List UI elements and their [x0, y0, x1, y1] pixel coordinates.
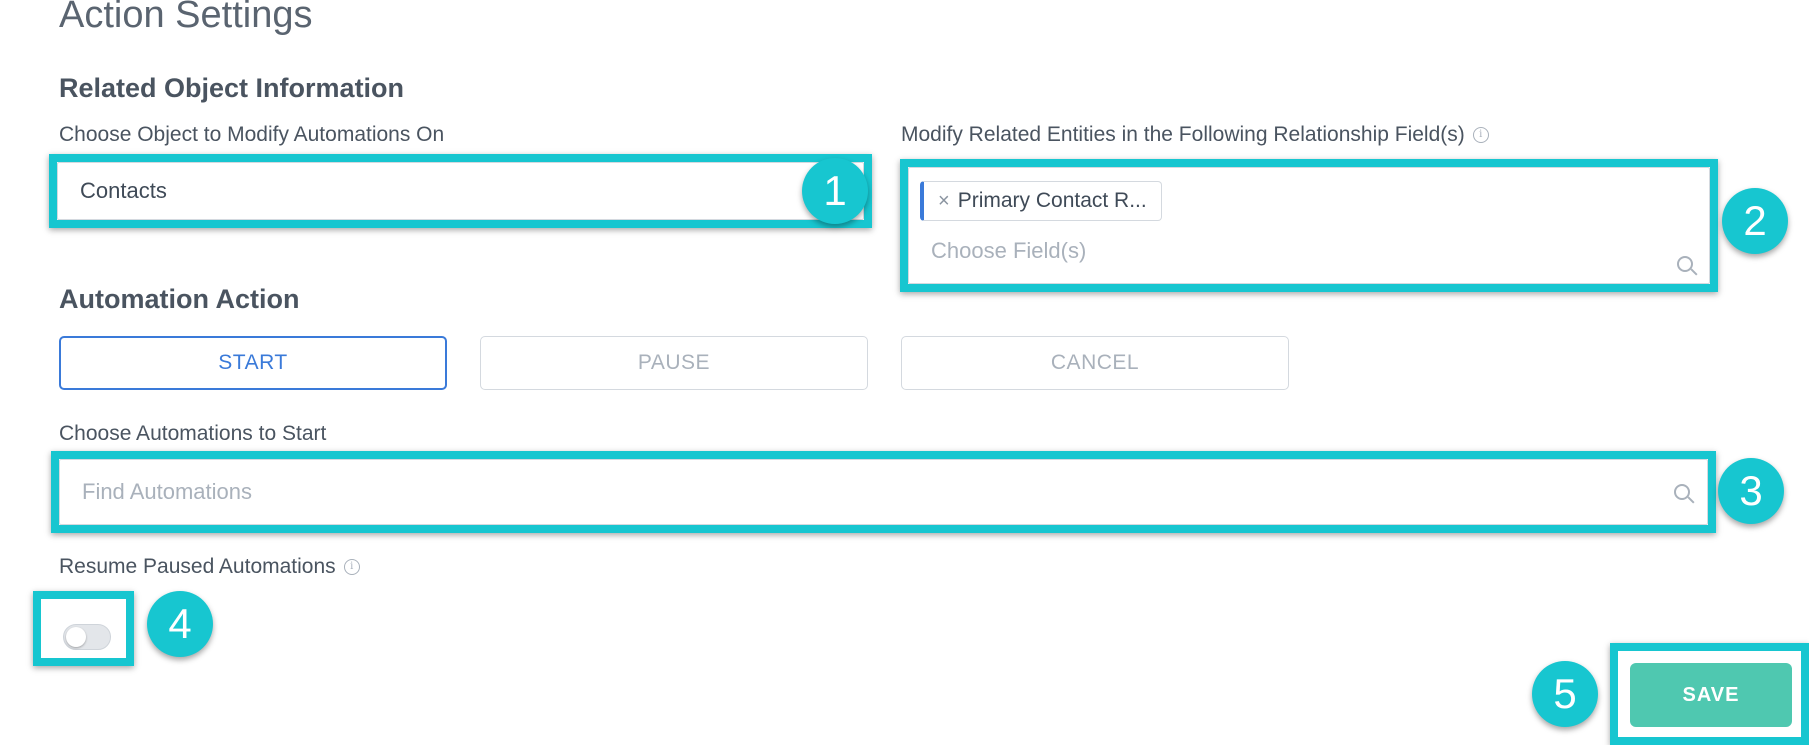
automations-label: Choose Automations to Start: [59, 422, 327, 445]
relationship-field-label: Modify Related Entities in the Following…: [901, 123, 1489, 147]
save-button-highlight: SAVE: [1610, 643, 1809, 745]
info-icon[interactable]: i: [1472, 127, 1489, 144]
object-select-label: Choose Object to Modify Automations On: [59, 123, 445, 146]
automation-action-section-title: Automation Action: [59, 284, 300, 314]
info-icon[interactable]: i: [343, 559, 360, 576]
object-select-value: Contacts: [80, 178, 167, 203]
callout-badge-2: 2: [1722, 188, 1788, 254]
resume-paused-toggle[interactable]: [63, 624, 111, 650]
relationship-chip-label: Primary Contact R...: [957, 189, 1147, 212]
automations-search-input[interactable]: Find Automations: [59, 459, 1708, 525]
start-button[interactable]: START: [59, 336, 447, 390]
toggle-knob: [66, 627, 86, 647]
resume-toggle-highlight: [33, 591, 134, 666]
search-icon: [1674, 484, 1690, 500]
relationship-field-placeholder: Choose Field(s): [931, 238, 1087, 263]
callout-badge-1: 1: [802, 158, 868, 224]
save-button[interactable]: SAVE: [1630, 663, 1792, 727]
callout-badge-4: 4: [147, 591, 213, 657]
relationship-field-input[interactable]: × Primary Contact R... Choose Field(s): [908, 167, 1710, 284]
object-select[interactable]: Contacts: [57, 162, 864, 220]
automations-search-highlight: Find Automations: [51, 451, 1716, 533]
callout-badge-5: 5: [1532, 661, 1598, 727]
cancel-button[interactable]: CANCEL: [901, 336, 1289, 390]
search-icon: [1677, 256, 1693, 272]
resume-paused-label-text: Resume Paused Automations: [59, 555, 336, 578]
object-select-highlight: Contacts: [49, 154, 872, 228]
relationship-chip: × Primary Contact R...: [920, 181, 1162, 221]
callout-badge-3: 3: [1718, 458, 1784, 524]
page-title: Action Settings: [59, 0, 313, 36]
related-object-section-title: Related Object Information: [59, 73, 405, 103]
relationship-field-label-text: Modify Related Entities in the Following…: [901, 123, 1465, 146]
relationship-field-highlight: × Primary Contact R... Choose Field(s): [900, 159, 1718, 292]
resume-paused-label: Resume Paused Automations i: [59, 555, 360, 579]
close-icon[interactable]: ×: [938, 190, 950, 213]
automations-search-placeholder: Find Automations: [82, 479, 252, 504]
pause-button[interactable]: PAUSE: [480, 336, 868, 390]
